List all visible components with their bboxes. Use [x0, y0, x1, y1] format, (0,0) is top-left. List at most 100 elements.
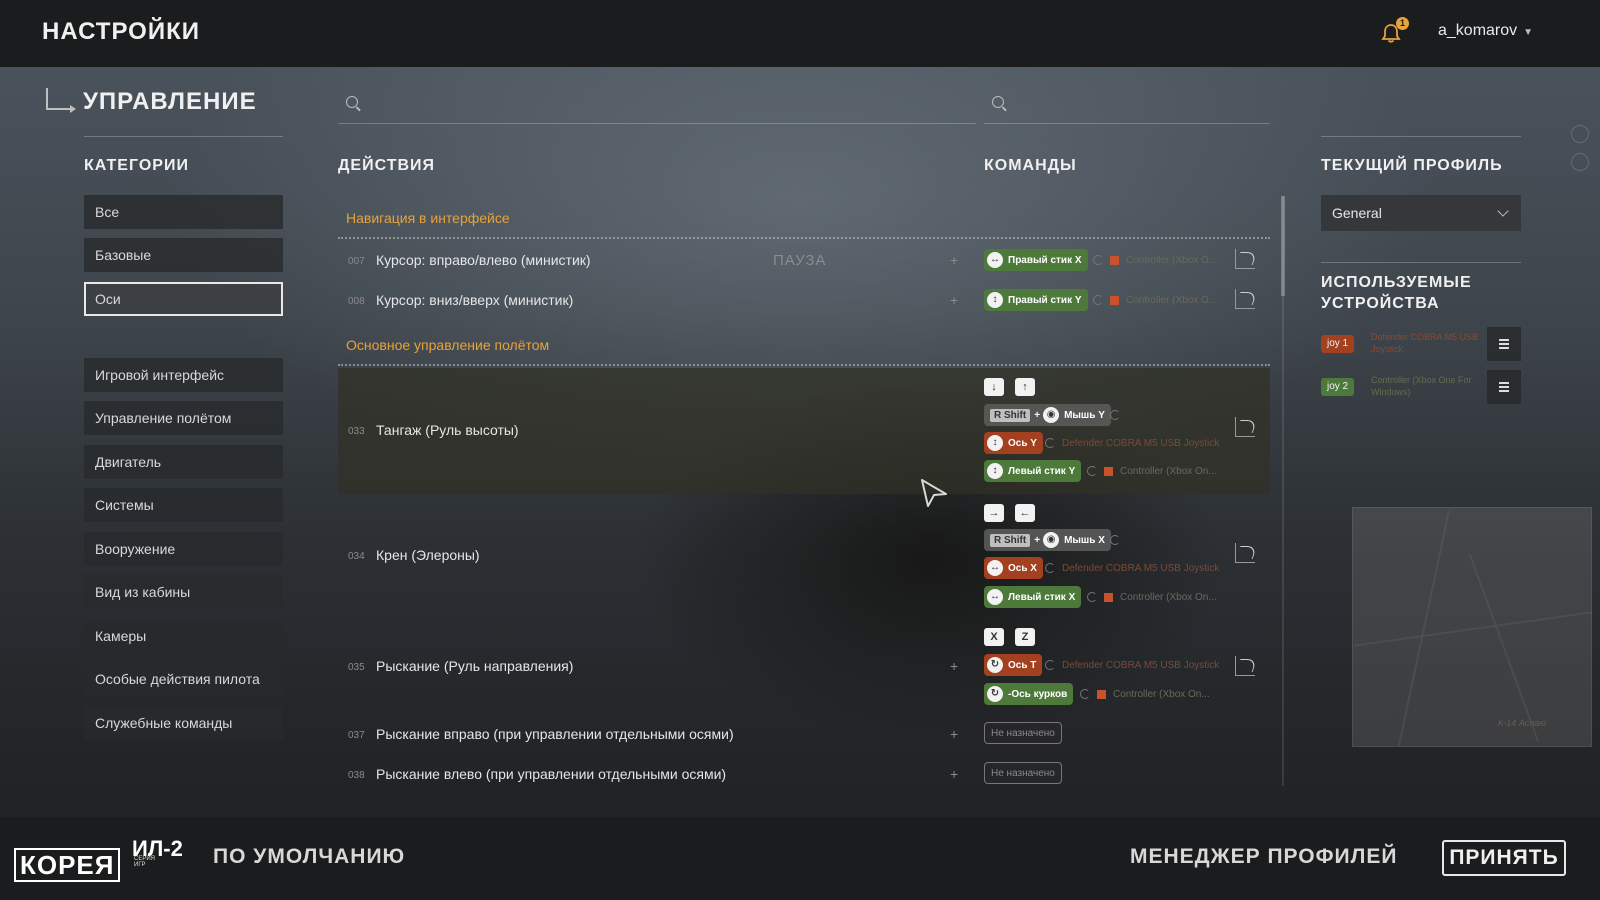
username: a_komarov — [1438, 22, 1518, 39]
divider — [84, 136, 283, 137]
actions-search[interactable] — [338, 84, 976, 124]
action-number: 035 — [348, 662, 365, 673]
binding-chip[interactable]: ↻ Ось T — [984, 654, 1043, 676]
category-all[interactable]: Все — [84, 195, 283, 229]
unassigned-binding[interactable]: Не назначено — [984, 722, 1062, 744]
device-row: joy 1 Defender COBRA M5 USB Joystick — [1321, 327, 1521, 361]
profile-selected-value: General — [1332, 205, 1382, 221]
search-icon — [346, 96, 358, 108]
response-curve-button[interactable] — [1235, 417, 1255, 437]
key-down[interactable]: ↓ — [984, 378, 1004, 396]
mouse-cursor-icon — [921, 479, 947, 507]
chevron-down-icon — [1497, 205, 1509, 217]
action-label[interactable]: Крен (Элероны) — [376, 547, 480, 563]
add-binding-button[interactable]: + — [950, 292, 958, 308]
categories-heading: КАТЕГОРИИ — [84, 157, 189, 174]
scrollbar-thumb[interactable] — [1281, 196, 1285, 296]
stick-horizontal-icon: ↔ — [987, 252, 1003, 268]
key-z[interactable]: Z — [1015, 628, 1035, 646]
back-arrow-icon[interactable] — [46, 88, 76, 113]
binding-chip[interactable]: R Shift + ◉ Мышь Y — [984, 404, 1111, 426]
link-icon — [1093, 255, 1103, 265]
stick-vertical-icon: ↕ — [987, 463, 1003, 479]
stick-horizontal-icon: ↔ — [987, 589, 1003, 605]
add-binding-button[interactable]: + — [950, 252, 958, 268]
device-name: Defender COBRA M5 USB Joystick — [1062, 563, 1220, 574]
action-number: 033 — [348, 426, 365, 437]
key-x[interactable]: X — [984, 628, 1004, 646]
link-icon — [1087, 466, 1097, 476]
page-title: НАСТРОЙКИ — [42, 18, 200, 45]
category-axes[interactable]: Оси — [84, 282, 283, 316]
link-icon — [1093, 295, 1103, 305]
binding-chip[interactable]: ↔ Левый стик X — [984, 586, 1082, 608]
device-menu-button[interactable] — [1487, 327, 1521, 361]
reset-defaults-button[interactable]: ПО УМОЛЧАНИЮ — [213, 845, 405, 869]
mouse-icon: ◉ — [1043, 407, 1060, 423]
category-basic[interactable]: Базовые — [84, 238, 283, 272]
action-label[interactable]: Курсор: вправо/влево (министик) — [376, 252, 591, 268]
device-name: Controller (Xbox On... — [1120, 592, 1217, 603]
category-pilot-actions[interactable]: Особые действия пилота — [84, 662, 283, 696]
add-binding-button[interactable]: + — [950, 658, 958, 674]
category-systems[interactable]: Системы — [84, 488, 283, 522]
side-circle-icon — [1571, 153, 1589, 171]
link-icon — [1045, 563, 1055, 573]
binding-chip[interactable]: ↕ Левый стик Y — [984, 460, 1082, 482]
category-cockpit-view[interactable]: Вид из кабины — [84, 575, 283, 609]
response-curve-button[interactable] — [1235, 656, 1255, 676]
action-label[interactable]: Тангаж (Руль высоты) — [376, 422, 519, 438]
response-curve-button[interactable] — [1235, 543, 1255, 563]
notification-badge: 1 — [1396, 17, 1409, 30]
binding-chip[interactable]: ↕ Ось Y — [984, 432, 1043, 454]
profile-manager-button[interactable]: МЕНЕДЖЕР ПРОФИЛЕЙ — [1130, 845, 1397, 869]
key-right[interactable]: → — [984, 504, 1004, 522]
device-icon — [1097, 690, 1106, 699]
device-name: Controller (Xbox On... — [1113, 689, 1210, 700]
commands-search-input[interactable] — [1012, 90, 1270, 116]
user-menu[interactable]: a_komarov ▼ — [1438, 22, 1533, 40]
binding-chip[interactable]: R Shift + ◉ Мышь X — [984, 529, 1111, 551]
response-curve-button[interactable] — [1235, 289, 1255, 309]
category-weapons[interactable]: Вооружение — [84, 532, 283, 566]
action-label[interactable]: Рыскание влево (при управлении отдельным… — [376, 766, 726, 782]
action-number: 007 — [348, 256, 365, 267]
action-number: 038 — [348, 770, 365, 781]
search-icon — [992, 96, 1004, 108]
stick-vertical-icon: ↕ — [987, 435, 1003, 451]
category-cameras[interactable]: Камеры — [84, 619, 283, 653]
response-curve-button[interactable] — [1235, 249, 1255, 269]
binding-chip[interactable]: ↔ Ось X — [984, 557, 1043, 579]
link-icon — [1110, 410, 1120, 420]
accept-button[interactable]: ПРИНЯТЬ — [1442, 840, 1566, 876]
add-binding-button[interactable]: + — [950, 726, 958, 742]
device-row: joy 2 Controller (Xbox One For Windows) — [1321, 370, 1521, 404]
key-left[interactable]: ← — [1015, 504, 1035, 522]
actions-search-input[interactable] — [366, 90, 941, 116]
device-name: Defender COBRA M5 USB Joystick — [1062, 660, 1220, 671]
add-binding-button[interactable]: + — [950, 766, 958, 782]
binding-chip[interactable]: ↻ -Ось курков — [984, 683, 1074, 705]
binding-chip[interactable]: ↔ Правый стик X — [984, 249, 1088, 271]
profile-dropdown[interactable]: General — [1321, 195, 1521, 231]
link-icon — [1045, 660, 1055, 670]
binding-chip[interactable]: ↕ Правый стик Y — [984, 289, 1088, 311]
link-icon — [1045, 438, 1055, 448]
twist-axis-icon: ↻ — [987, 657, 1003, 673]
key-up[interactable]: ↑ — [1015, 378, 1035, 396]
action-label[interactable]: Курсор: вниз/вверх (министик) — [376, 292, 573, 308]
category-service-commands[interactable]: Служебные команды — [84, 706, 283, 740]
category-game-interface[interactable]: Игровой интерфейс — [84, 358, 283, 392]
device-menu-button[interactable] — [1487, 370, 1521, 404]
category-engine[interactable]: Двигатель — [84, 445, 283, 479]
unassigned-binding[interactable]: Не назначено — [984, 762, 1062, 784]
divider — [1321, 262, 1521, 263]
minimap: К-14 Аслаю — [1352, 507, 1592, 747]
device-icon — [1110, 256, 1119, 265]
commands-search[interactable] — [984, 84, 1270, 124]
category-flight-control[interactable]: Управление полётом — [84, 401, 283, 435]
device-tag: joy 2 — [1321, 378, 1355, 396]
action-label[interactable]: Рыскание вправо (при управлении отдельны… — [376, 726, 734, 742]
action-label[interactable]: Рыскание (Руль направления) — [376, 658, 573, 674]
minimap-label: К-14 Аслаю — [1498, 718, 1547, 728]
